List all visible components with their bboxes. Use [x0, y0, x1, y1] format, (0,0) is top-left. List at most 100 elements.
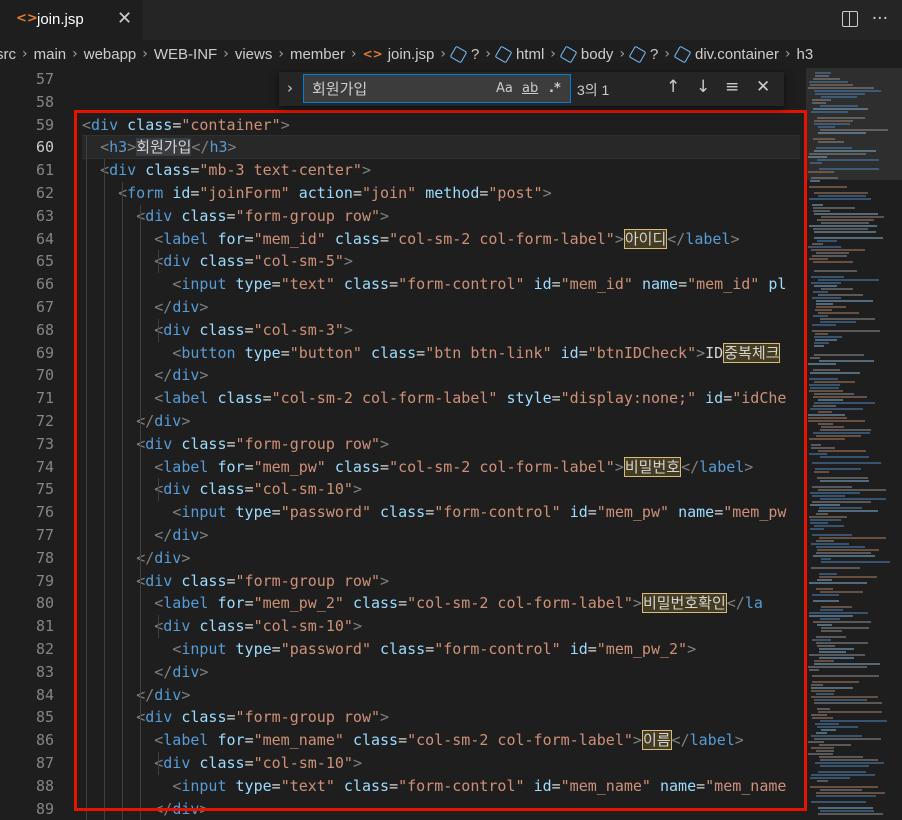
breadcrumb-item[interactable]: WEB-INF [154, 46, 217, 63]
line-number[interactable]: 65 [4, 250, 54, 273]
close-tab-icon[interactable]: ✕ [117, 8, 132, 29]
line-number[interactable]: 71 [4, 387, 54, 410]
line-number[interactable]: 68 [4, 319, 54, 342]
find-in-selection-icon[interactable]: ≡ [725, 77, 739, 97]
breadcrumb-item[interactable]: main [34, 46, 67, 63]
code-line[interactable]: <input type="password" class="form-contr… [82, 501, 786, 524]
breadcrumb-item[interactable]: html [494, 45, 544, 63]
line-number[interactable]: 79 [4, 570, 54, 593]
breadcrumb-item[interactable]: div.container [673, 45, 779, 63]
code-line[interactable]: </div> [82, 547, 190, 570]
line-number[interactable]: 61 [4, 159, 54, 182]
breadcrumb-item[interactable]: webapp [84, 46, 137, 63]
breadcrumb-item[interactable]: member [290, 46, 345, 63]
find-input[interactable]: 회원가입 Aa ab .* [303, 74, 571, 103]
split-editor-icon[interactable] [841, 11, 858, 27]
code-editor[interactable]: 57 58 59 60 61 62 63 64 65 66 67 68 69 70 71 72 73 74 75 76… [0, 68, 902, 820]
code-token: > [227, 138, 237, 157]
match-case-icon[interactable]: Aa [496, 81, 513, 96]
breadcrumb-label: webapp [83, 45, 137, 63]
line-number[interactable]: 67 [4, 296, 54, 319]
regex-icon[interactable]: .* [549, 81, 561, 96]
code-line[interactable]: </div> [82, 684, 190, 707]
breadcrumb-item[interactable]: src [0, 46, 16, 63]
line-number[interactable]: 89 [4, 798, 54, 820]
minimap-line [814, 123, 850, 125]
code-line[interactable]: <div class="form-group row"> [82, 706, 389, 729]
code-line[interactable]: </div> [82, 296, 208, 319]
code-line[interactable]: <div class="form-group row"> [82, 205, 389, 228]
line-number[interactable]: 84 [4, 684, 54, 707]
code-line[interactable]: <label for="mem_pw_2" class="col-sm-2 co… [82, 592, 763, 615]
breadcrumb-item[interactable]: <> join.jsp [363, 46, 435, 63]
line-number[interactable]: 60 [4, 136, 54, 159]
line-number[interactable]: 58 [4, 91, 54, 114]
line-number[interactable]: 86 [4, 729, 54, 752]
minimap-line [821, 558, 831, 560]
code-token: < [154, 594, 164, 613]
minimap-line [817, 579, 832, 581]
line-number[interactable]: 66 [4, 273, 54, 296]
line-number[interactable]: 83 [4, 661, 54, 684]
breadcrumb-item[interactable]: views [235, 46, 273, 63]
line-number[interactable]: 77 [4, 524, 54, 547]
line-number[interactable]: 73 [4, 433, 54, 456]
code-line[interactable]: <div class="col-sm-10"> [82, 615, 362, 638]
code-line[interactable]: <div class="mb-3 text-center"> [82, 159, 371, 182]
breadcrumb-item[interactable]: h3 [797, 46, 814, 63]
whole-word-icon[interactable]: ab [522, 81, 538, 96]
toggle-replace-icon[interactable]: › [287, 79, 293, 97]
code-line[interactable]: <label class="col-sm-2 col-form-label" s… [82, 387, 786, 410]
breadcrumb-item[interactable]: ? [449, 45, 479, 63]
code-line[interactable]: <label for="mem_pw" class="col-sm-2 col-… [82, 456, 753, 479]
code-line[interactable]: <input type="password" class="form-contr… [82, 638, 696, 661]
tab-join-jsp[interactable]: <> join.jsp ✕ [0, 0, 143, 40]
minimap-line [811, 282, 841, 284]
line-number[interactable]: 82 [4, 638, 54, 661]
breadcrumb-item[interactable]: ? [628, 45, 658, 63]
arrow-up-icon[interactable]: ↑ [666, 77, 680, 97]
code-line[interactable]: <form id="joinForm" action="join" method… [82, 182, 552, 205]
code-line[interactable]: </div> [82, 364, 208, 387]
line-number[interactable]: 74 [4, 456, 54, 479]
code-line[interactable]: <div class="col-sm-10"> [82, 752, 362, 775]
code-line[interactable]: <div class="form-group row"> [82, 433, 389, 456]
code-line[interactable]: <label for="mem_name" class="col-sm-2 co… [82, 729, 744, 752]
line-number[interactable]: 63 [4, 205, 54, 228]
code-line[interactable]: <div class="container"> [82, 114, 290, 137]
line-number[interactable]: 75 [4, 478, 54, 501]
code-line[interactable]: <div class="col-sm-10"> [82, 478, 362, 501]
code-area[interactable]: <div class="container"> <h3>회원가입</h3> <d… [82, 68, 802, 820]
line-number-gutter[interactable]: 57 58 59 60 61 62 63 64 65 66 67 68 69 70 71 72 73 74 75 76… [0, 68, 74, 820]
line-number[interactable]: 69 [4, 342, 54, 365]
line-number[interactable]: 87 [4, 752, 54, 775]
line-number[interactable]: 76 [4, 501, 54, 524]
line-number[interactable]: 72 [4, 410, 54, 433]
code-line[interactable]: <input type="text" class="form-control" … [82, 273, 786, 296]
line-number[interactable]: 88 [4, 775, 54, 798]
code-token: </ [671, 731, 690, 750]
line-number[interactable]: 78 [4, 547, 54, 570]
code-line[interactable]: <input type="text" class="form-control" … [82, 775, 786, 798]
line-number[interactable]: 62 [4, 182, 54, 205]
code-line[interactable]: </div> [82, 661, 208, 684]
line-number[interactable]: 59 [4, 114, 54, 137]
minimap[interactable] [806, 68, 902, 820]
code-line[interactable]: <h3>회원가입</h3> [82, 136, 237, 159]
code-line[interactable]: <label for="mem_id" class="col-sm-2 col-… [82, 228, 740, 251]
line-number[interactable]: 80 [4, 592, 54, 615]
code-line[interactable]: </div> [82, 524, 208, 547]
line-number[interactable]: 70 [4, 364, 54, 387]
line-number[interactable]: 85 [4, 706, 54, 729]
code-line[interactable]: </div> [82, 798, 208, 820]
code-line[interactable]: <button type="button" class="btn btn-lin… [82, 342, 781, 365]
line-number[interactable]: 64 [4, 228, 54, 251]
line-number[interactable]: 57 [4, 68, 54, 91]
code-line[interactable]: </div> [82, 410, 190, 433]
line-number[interactable]: 81 [4, 615, 54, 638]
ellipsis-icon[interactable]: ··· [872, 9, 888, 29]
close-icon[interactable]: ✕ [756, 77, 770, 97]
arrow-down-icon[interactable]: ↓ [696, 77, 710, 97]
breadcrumb-item[interactable]: body [559, 45, 613, 63]
code-line[interactable]: <div class="form-group row"> [82, 570, 389, 593]
